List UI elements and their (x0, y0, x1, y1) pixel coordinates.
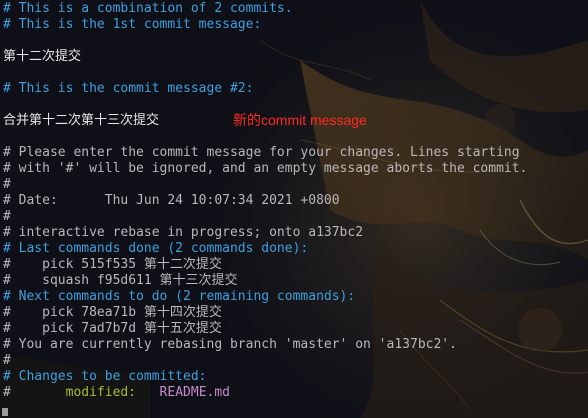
comment-line-instructions-1: # Please enter the commit message for yo… (3, 145, 520, 160)
commit-message-line-1[interactable]: 第十二次提交 (3, 49, 81, 65)
commit-message-line-2[interactable]: 合并第十二次第十三次提交 (3, 113, 159, 129)
text-cursor (2, 408, 8, 416)
comment-line-modified-file: # modified: README.md (3, 385, 230, 401)
comment-line-next-commands: # Next commands to do (2 remaining comma… (3, 289, 356, 304)
comment-line-pick-78ea71b: # pick 78ea71b 第十四次提交 (3, 305, 222, 320)
comment-prefix: # (3, 385, 66, 400)
git-rebase-editor[interactable]: # This is a combination of 2 commits. # … (0, 0, 588, 418)
comment-line-pick-7ad7b7d: # pick 7ad7b7d 第十五次提交 (3, 321, 222, 336)
comment-line-rebasing-branch: # You are currently rebasing branch 'mas… (3, 337, 457, 352)
comment-line-message-2: # This is the commit message #2: (3, 81, 254, 96)
annotation-new-commit-message: 新的commit message (233, 112, 367, 128)
comment-line-empty-2: # (3, 209, 11, 224)
comment-line-first-message: # This is the 1st commit message: (3, 17, 262, 32)
comment-line-combination: # This is a combination of 2 commits. (3, 1, 293, 16)
file-status-modified: modified: (65, 385, 137, 400)
comment-line-empty-1: # (3, 177, 11, 192)
comment-line-last-commands: # Last commands done (2 commands done): (3, 241, 309, 256)
comment-line-pick-515f535: # pick 515f535 第十二次提交 (3, 257, 222, 272)
comment-line-empty-3: # (3, 353, 11, 368)
comment-line-squash-f95d611: # squash f95d611 第十三次提交 (3, 273, 238, 288)
comment-line-date: # Date: Thu Jun 24 10:07:34 2021 +0800 (3, 193, 340, 208)
comment-line-rebase-progress: # interactive rebase in progress; onto a… (3, 225, 364, 240)
comment-line-changes-to-commit: # Changes to be committed: (3, 369, 207, 384)
file-name-readme: README.md (136, 385, 230, 400)
comment-line-instructions-2: # with '#' will be ignored, and an empty… (3, 161, 528, 176)
